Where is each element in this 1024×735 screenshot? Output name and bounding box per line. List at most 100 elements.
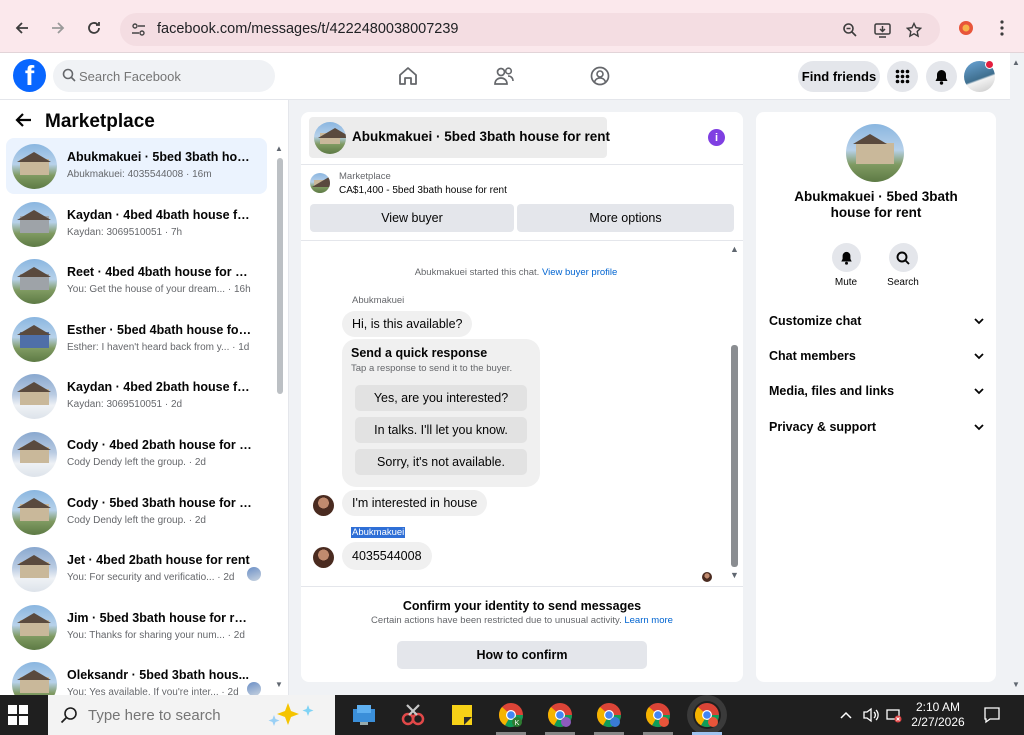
conversation-item[interactable]: Oleksandr · 5bed 3bath hous... You: Yes a…	[6, 656, 267, 695]
conversation-item[interactable]: Kaydan · 4bed 2bath house for ... Kaydan:…	[6, 368, 267, 424]
conversation-name: Cody · 5bed 3bath house for rent	[67, 495, 252, 510]
forward-icon[interactable]	[44, 14, 72, 42]
list-scroll-up-arrow[interactable]: ▲	[275, 144, 283, 153]
snipping-tool-icon[interactable]	[399, 701, 427, 729]
conversation-item[interactable]: Esther · 5bed 4bath house for r... Esther…	[6, 311, 267, 367]
mute-bell-icon[interactable]	[831, 243, 861, 272]
facebook-logo-icon[interactable]: f	[13, 59, 46, 92]
view-buyer-profile-link[interactable]: View buyer profile	[542, 267, 617, 278]
site-info-icon[interactable]	[131, 22, 146, 42]
sender-avatar[interactable]	[313, 547, 334, 568]
view-buyer-button[interactable]: View buyer	[310, 204, 514, 232]
conversation-item[interactable]: Reet · 4bed 4bath house for rent You: Get…	[6, 253, 267, 309]
copilot-sparkle-icon[interactable]	[264, 701, 324, 734]
quick-reply-button[interactable]: Sorry, it's not available.	[355, 449, 527, 475]
quick-reply-button[interactable]: Yes, are you interested?	[355, 385, 527, 411]
back-icon[interactable]	[8, 14, 36, 42]
taskbar-search-input[interactable]	[88, 706, 258, 724]
taskbar-clock[interactable]: 2:10 AM 2/27/2026	[908, 700, 968, 730]
chat-header[interactable]: Abukmakuei · 5bed 3bath house for rent	[309, 117, 610, 158]
conversation-item[interactable]: Kaydan · 4bed 4bath house for ... Kaydan:…	[6, 196, 267, 252]
conversation-item[interactable]: Cody · 5bed 3bath house for rent Cody Den…	[6, 484, 267, 540]
listing-price-title[interactable]: CA$1,400 - 5bed 3bath house for rent	[339, 185, 507, 196]
windows-start-icon[interactable]	[8, 705, 28, 725]
windows-taskbar: K 2:10 AM 2/27/2026	[0, 695, 1024, 735]
chat-members-section[interactable]: Chat members	[769, 346, 984, 366]
quick-response-subtitle: Tap a response to send it to the buyer.	[351, 363, 513, 374]
sticky-notes-icon[interactable]	[448, 701, 476, 729]
customize-chat-section[interactable]: Customize chat	[769, 311, 984, 331]
privacy-support-section[interactable]: Privacy & support	[769, 417, 984, 437]
listing-thumbnail[interactable]	[310, 173, 330, 193]
message-bubble[interactable]: Hi, is this available?	[342, 311, 473, 337]
chat-scroll-up-arrow[interactable]: ▲	[730, 244, 739, 254]
conversation-preview: Cody Dendy left the group. · 2d	[67, 457, 206, 468]
selected-sender-name: Abukmakuei	[351, 527, 406, 538]
find-friends-button[interactable]: Find friends	[798, 61, 880, 92]
list-scrollbar[interactable]	[277, 158, 283, 394]
conversation-thumbnail	[12, 432, 57, 477]
info-icon[interactable]: i	[708, 129, 725, 146]
conversation-thumbnail	[12, 662, 57, 695]
search-icon[interactable]	[888, 243, 918, 272]
more-options-button[interactable]: More options	[517, 204, 734, 232]
volume-icon[interactable]	[862, 707, 880, 726]
conversation-thumbnail	[12, 144, 57, 189]
taskbar-search[interactable]	[48, 695, 335, 735]
notification-center-icon[interactable]	[983, 706, 1001, 727]
friends-icon[interactable]	[491, 63, 517, 89]
conversation-preview: Kaydan: 3069510051 · 7h	[67, 226, 183, 238]
groups-icon[interactable]	[587, 63, 613, 89]
conversation-thumbnail	[12, 604, 57, 650]
facebook-search[interactable]	[53, 60, 275, 92]
chat-scrollbar[interactable]	[731, 345, 738, 567]
divider	[301, 164, 743, 165]
conversation-item[interactable]: Cody · 4bed 2bath house for rent Cody Den…	[6, 426, 267, 482]
zoom-icon[interactable]	[838, 18, 862, 42]
search-action[interactable]: Search	[878, 243, 928, 288]
address-bar[interactable]: facebook.com/messages/t/4222480038007239	[120, 13, 940, 46]
extension-icon[interactable]	[952, 14, 980, 42]
media-files-links-section[interactable]: Media, files and links	[769, 381, 984, 401]
chat-started-notice: Abukmakuei started this chat. View buyer…	[414, 267, 618, 278]
page-scroll-up-arrow[interactable]: ▲	[1012, 58, 1020, 67]
home-icon[interactable]	[395, 63, 421, 89]
chat-scroll-down-arrow[interactable]: ▼	[730, 570, 739, 580]
message-bubble[interactable]: I'm interested in house	[342, 490, 488, 516]
install-app-icon[interactable]	[870, 18, 894, 42]
browser-menu-icon[interactable]	[988, 14, 1016, 42]
chrome-profile-k-icon[interactable]: K	[497, 701, 525, 729]
how-to-confirm-button[interactable]: How to confirm	[397, 641, 647, 669]
page-scroll-down-arrow[interactable]: ▼	[1012, 680, 1020, 689]
mute-label: Mute	[834, 277, 858, 288]
chrome-active-icon[interactable]	[693, 701, 721, 729]
chrome-profile-4-icon[interactable]	[644, 701, 672, 729]
tray-chevron-up-icon[interactable]	[840, 707, 852, 722]
sender-name: Abukmakuei	[352, 295, 405, 306]
menu-grid-icon[interactable]	[887, 61, 918, 92]
divider	[301, 586, 743, 587]
list-scroll-down-arrow[interactable]: ▼	[275, 680, 283, 689]
mute-action[interactable]: Mute	[821, 243, 871, 288]
bookmark-star-icon[interactable]	[902, 18, 926, 42]
chrome-profile-3-icon[interactable]	[595, 701, 623, 729]
learn-more-link[interactable]: Learn more	[624, 615, 673, 626]
back-arrow-icon[interactable]	[14, 112, 32, 133]
quick-reply-button[interactable]: In talks. I'll let you know.	[355, 417, 527, 443]
network-icon[interactable]	[886, 707, 902, 726]
seen-avatar	[247, 682, 261, 695]
message-bubble[interactable]: 4035544008	[342, 542, 432, 570]
sender-avatar[interactable]	[313, 495, 334, 516]
reload-icon[interactable]	[80, 14, 108, 42]
chrome-profile-2-icon[interactable]	[546, 701, 574, 729]
conversation-name: Jim · 5bed 3bath house for rent	[67, 610, 252, 625]
conversation-item[interactable]: Jet · 4bed 2bath house for rent You: For …	[6, 541, 267, 597]
file-explorer-icon[interactable]	[350, 701, 378, 729]
conversation-item[interactable]: Jim · 5bed 3bath house for rent You: Than…	[6, 599, 267, 655]
facebook-header: f Find friends	[0, 53, 1010, 100]
details-listing-thumbnail[interactable]	[846, 124, 904, 182]
notifications-bell-icon[interactable]	[926, 61, 957, 92]
url-text: facebook.com/messages/t/4222480038007239	[157, 21, 459, 37]
conversation-item[interactable]: Abukmakuei · 5bed 3bath hous... Abukmakue…	[6, 138, 267, 194]
facebook-search-input[interactable]	[79, 68, 259, 84]
